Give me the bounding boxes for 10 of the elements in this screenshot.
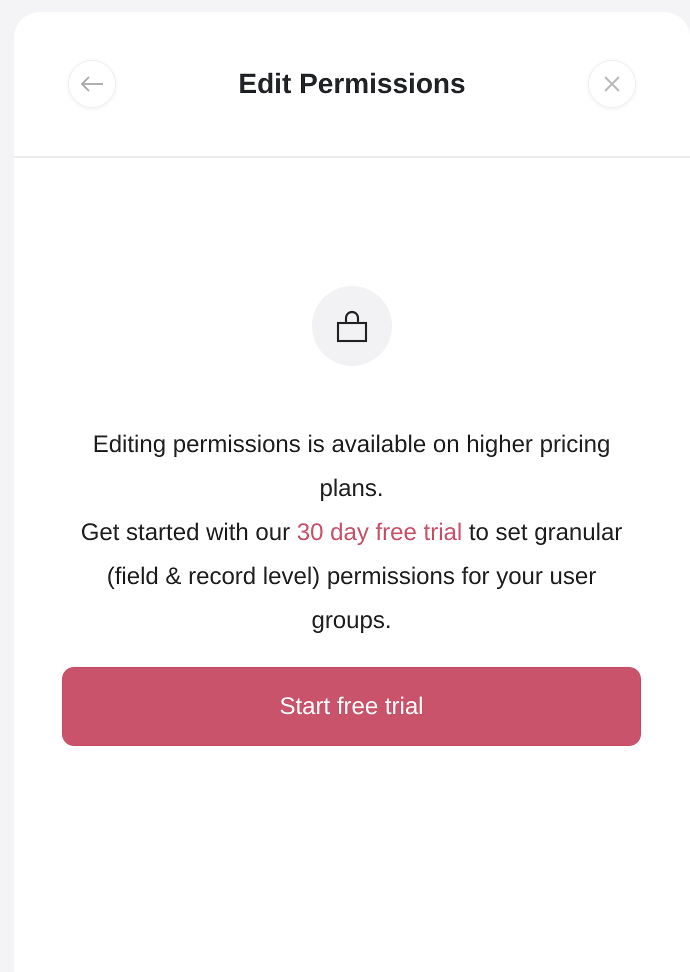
- lock-icon: [336, 309, 368, 343]
- back-arrow-icon: [80, 75, 104, 93]
- free-trial-link[interactable]: 30 day free trial: [296, 519, 462, 546]
- close-button[interactable]: [588, 60, 636, 108]
- trial-text: Get started with our 30 day free trial to set granular (field & record level) permissions for your user groups.: [80, 518, 624, 636]
- close-icon: [603, 75, 621, 93]
- info-text: Editing permissions is available on higher pricing plans.: [92, 430, 612, 504]
- back-button[interactable]: [68, 60, 116, 108]
- start-trial-button[interactable]: Start free trial: [62, 667, 641, 746]
- dialog-title: Edit Permissions: [238, 68, 466, 100]
